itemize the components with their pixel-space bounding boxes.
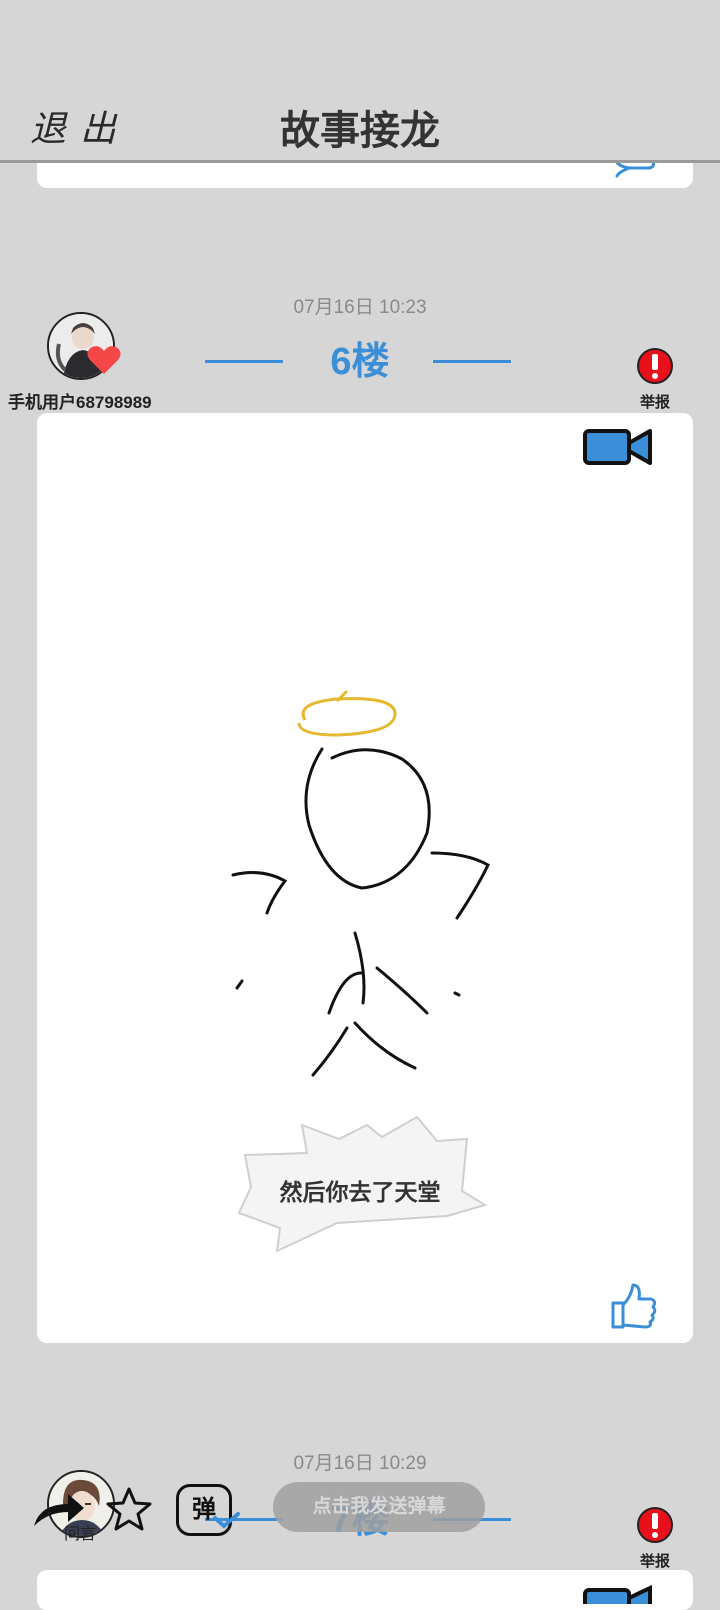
video-camera-icon[interactable] xyxy=(582,1584,654,1604)
floor-number: 6楼 xyxy=(330,341,390,383)
caption-text: 然后你去了天堂 xyxy=(279,1179,441,1205)
post-timestamp: 07月16日 10:23 xyxy=(293,297,427,318)
post-timestamp: 07月16日 10:29 xyxy=(293,1453,427,1474)
star-icon[interactable] xyxy=(106,1486,152,1532)
halo-stroke xyxy=(297,689,397,737)
checkmark-icon xyxy=(213,1512,240,1529)
report-label: 举报 xyxy=(639,394,670,411)
page-title: 故事接龙 xyxy=(280,109,440,153)
username[interactable]: 手机用户68798989 xyxy=(8,388,152,413)
floor-header: 6楼 xyxy=(0,330,720,390)
report-icon xyxy=(637,348,673,384)
reply-label[interactable]: 间言 xyxy=(64,1520,96,1544)
top-bar: 退出 故事接龙 xyxy=(0,0,720,163)
divider-right xyxy=(433,360,511,363)
bottom-action-bar: 间言 弹 点击我发送弹幕 xyxy=(0,1480,720,1543)
danmaku-input[interactable]: 点击我发送弹幕 xyxy=(273,1482,485,1532)
report-button[interactable]: 举报 xyxy=(625,346,685,412)
thumbs-up-icon[interactable] xyxy=(609,1281,657,1331)
figure-strokes xyxy=(231,747,490,1077)
post-card xyxy=(37,1570,693,1610)
report-label: 举报 xyxy=(639,1553,670,1570)
